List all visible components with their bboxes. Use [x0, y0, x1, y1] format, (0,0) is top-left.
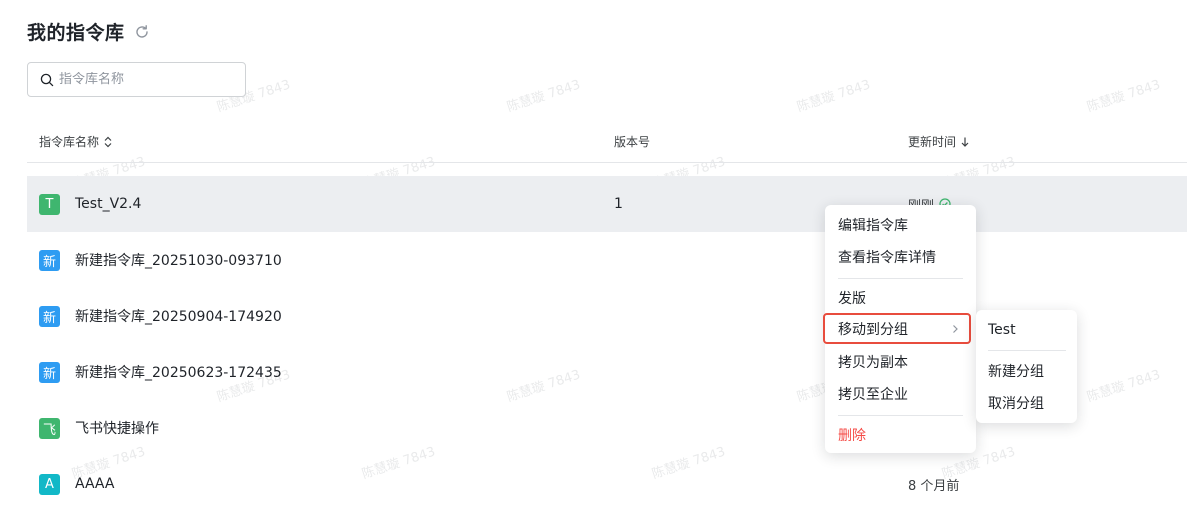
library-avatar: 新 — [39, 249, 60, 271]
menu-item-edit[interactable]: 编辑指令库 — [825, 210, 976, 240]
column-header-name[interactable]: 指令库名称 — [39, 133, 113, 150]
submenu-item-new-group[interactable]: 新建分组 — [976, 356, 1077, 386]
refresh-icon[interactable] — [134, 24, 150, 40]
menu-item-copy-duplicate[interactable]: 拷贝为副本 — [825, 347, 976, 377]
page-title: 我的指令库 — [27, 22, 125, 44]
table-row[interactable]: T Test_V2.4 1 刚刚 — [27, 176, 1187, 232]
menu-divider — [838, 278, 963, 279]
watermark: 陈慧璇 7843 — [795, 77, 873, 116]
library-version: 1 — [614, 196, 623, 212]
table-header: 指令库名称 版本号 更新时间 — [27, 118, 1187, 163]
title-row: 我的指令库 — [27, 18, 150, 45]
menu-item-view-details[interactable]: 查看指令库详情 — [825, 242, 976, 272]
search-box[interactable] — [27, 62, 246, 97]
library-avatar: 新 — [39, 361, 60, 383]
library-avatar: 新 — [39, 305, 60, 327]
column-header-label: 版本号 — [614, 135, 651, 149]
table-row[interactable]: 新 新建指令库_20251030-093710 — [27, 232, 1187, 288]
search-input[interactable] — [59, 72, 239, 87]
watermark: 陈慧璇 7843 — [1085, 77, 1163, 116]
arrow-down-icon[interactable] — [960, 136, 970, 148]
library-name[interactable]: Test_V2.4 — [75, 196, 141, 212]
menu-item-delete[interactable]: 删除 — [825, 420, 976, 450]
menu-item-label: 移动到分组 — [838, 321, 908, 338]
sort-icon[interactable] — [103, 136, 113, 148]
search-icon — [40, 73, 54, 87]
library-name[interactable]: 新建指令库_20251030-093710 — [75, 250, 282, 270]
context-menu: 编辑指令库 查看指令库详情 发版 移动到分组 拷贝为副本 拷贝至企业 删除 — [823, 205, 976, 453]
menu-item-release[interactable]: 发版 — [825, 283, 976, 313]
library-name[interactable]: 新建指令库_20250623-172435 — [75, 362, 282, 382]
table-row[interactable]: A AAAA 8 个月前 — [27, 456, 1187, 512]
library-avatar: 飞 — [39, 417, 60, 439]
menu-item-move-to-group[interactable]: 移动到分组 — [823, 313, 971, 344]
submenu-item-ungroup[interactable]: 取消分组 — [976, 388, 1077, 418]
menu-item-copy-to-enterprise[interactable]: 拷贝至企业 — [825, 379, 976, 409]
column-header-version: 版本号 — [614, 133, 650, 150]
library-updated: 8 个月前 — [908, 475, 959, 494]
column-header-updated[interactable]: 更新时间 — [908, 133, 970, 150]
library-avatar: T — [39, 193, 60, 215]
library-name[interactable]: AAAA — [75, 476, 114, 492]
submenu-item-group-test[interactable]: Test — [976, 315, 1077, 345]
column-header-label: 指令库名称 — [39, 135, 100, 149]
group-submenu: Test 新建分组 取消分组 — [976, 310, 1077, 423]
updated-text: 8 个月前 — [908, 478, 960, 494]
chevron-right-icon — [951, 324, 959, 334]
library-name[interactable]: 新建指令库_20250904-174920 — [75, 306, 282, 326]
library-name[interactable]: 飞书快捷操作 — [75, 418, 159, 438]
menu-divider — [988, 350, 1066, 351]
watermark: 陈慧璇 7843 — [505, 77, 583, 116]
column-header-label: 更新时间 — [908, 135, 957, 149]
menu-divider — [838, 415, 963, 416]
library-avatar: A — [39, 473, 60, 495]
